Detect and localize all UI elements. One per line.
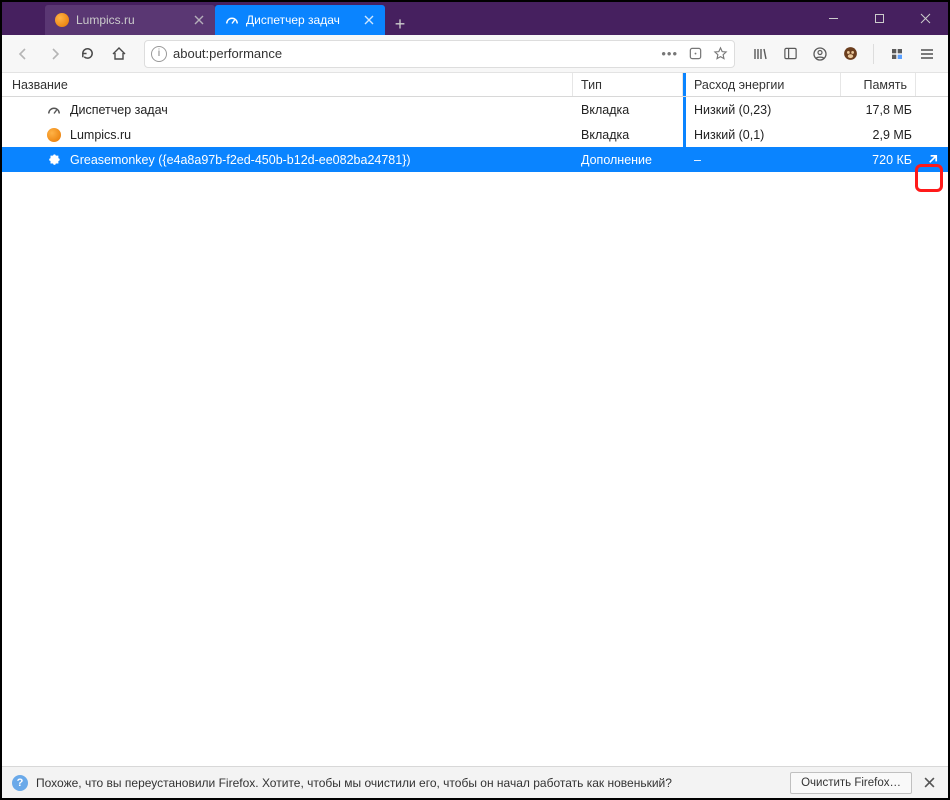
monkey-icon[interactable]: [839, 43, 861, 65]
titlebar: Lumpics.ru Диспетчер задач +: [2, 2, 948, 35]
table-row[interactable]: Lumpics.ru Вкладка Низкий (0,1) 2,9 МБ: [2, 122, 948, 147]
row-memory: 720 КБ: [841, 153, 916, 167]
info-text: Похоже, что вы переустановили Firefox. Х…: [36, 776, 782, 790]
tab-title: Диспетчер задач: [246, 13, 354, 27]
row-energy: Низкий (0,1): [683, 122, 841, 147]
close-icon[interactable]: [361, 12, 377, 28]
tab-task-manager[interactable]: Диспетчер задач: [215, 5, 385, 35]
close-icon[interactable]: [191, 12, 207, 28]
table-header: Название Тип Расход энергии Память: [2, 73, 948, 97]
new-tab-button[interactable]: +: [385, 14, 415, 35]
reader-icon[interactable]: [688, 46, 703, 61]
close-window-button[interactable]: [902, 2, 948, 35]
url-input[interactable]: [173, 46, 655, 61]
row-name: Диспетчер задач: [70, 103, 168, 117]
puzzle-icon: [46, 152, 62, 168]
row-type: Дополнение: [573, 153, 683, 167]
column-energy[interactable]: Расход энергии: [683, 73, 841, 96]
reload-button[interactable]: [72, 39, 102, 69]
gauge-icon: [46, 102, 62, 118]
info-icon[interactable]: i: [151, 46, 167, 62]
row-memory: 2,9 МБ: [841, 128, 916, 142]
column-name[interactable]: Название: [2, 73, 573, 96]
row-type: Вкладка: [573, 103, 683, 117]
table-row[interactable]: Диспетчер задач Вкладка Низкий (0,23) 17…: [2, 97, 948, 122]
tab-lumpics[interactable]: Lumpics.ru: [45, 5, 215, 35]
addons-icon[interactable]: [886, 43, 908, 65]
row-type: Вкладка: [573, 128, 683, 142]
column-memory[interactable]: Память: [841, 73, 916, 96]
toolbar-right: [745, 43, 942, 65]
row-name: Lumpics.ru: [70, 128, 131, 142]
row-memory: 17,8 МБ: [841, 103, 916, 117]
window-controls: [810, 2, 948, 35]
maximize-button[interactable]: [856, 2, 902, 35]
table-row[interactable]: Greasemonkey ({e4a8a97b-f2ed-450b-b12d-e…: [2, 147, 948, 172]
tab-strip: Lumpics.ru Диспетчер задач +: [2, 2, 810, 35]
minimize-button[interactable]: [810, 2, 856, 35]
separator: [873, 44, 874, 64]
favicon-lumpics: [55, 13, 69, 27]
browser-window: Lumpics.ru Диспетчер задач +: [0, 0, 950, 800]
more-icon[interactable]: •••: [661, 46, 678, 61]
row-energy: Низкий (0,23): [683, 97, 841, 122]
column-actions: [916, 73, 948, 96]
question-icon: ?: [12, 775, 28, 791]
tab-title: Lumpics.ru: [76, 13, 184, 27]
row-name: Greasemonkey ({e4a8a97b-f2ed-450b-b12d-e…: [70, 153, 411, 167]
nav-toolbar: i •••: [2, 35, 948, 73]
column-type[interactable]: Тип: [573, 73, 683, 96]
url-bar[interactable]: i •••: [144, 40, 735, 68]
account-icon[interactable]: [809, 43, 831, 65]
back-button[interactable]: [8, 39, 38, 69]
close-icon[interactable]: [920, 774, 938, 792]
favicon-lumpics: [46, 127, 62, 143]
forward-button[interactable]: [40, 39, 70, 69]
library-icon[interactable]: [749, 43, 771, 65]
info-bar: ? Похоже, что вы переустановили Firefox.…: [2, 766, 948, 798]
home-button[interactable]: [104, 39, 134, 69]
sidebar-icon[interactable]: [779, 43, 801, 65]
open-addon-button[interactable]: [916, 153, 948, 166]
refresh-firefox-button[interactable]: Очистить Firefox…: [790, 772, 912, 794]
bookmark-icon[interactable]: [713, 46, 728, 61]
row-energy: –: [683, 147, 841, 172]
table-body: Диспетчер задач Вкладка Низкий (0,23) 17…: [2, 97, 948, 766]
gauge-icon: [225, 13, 239, 27]
menu-icon[interactable]: [916, 43, 938, 65]
